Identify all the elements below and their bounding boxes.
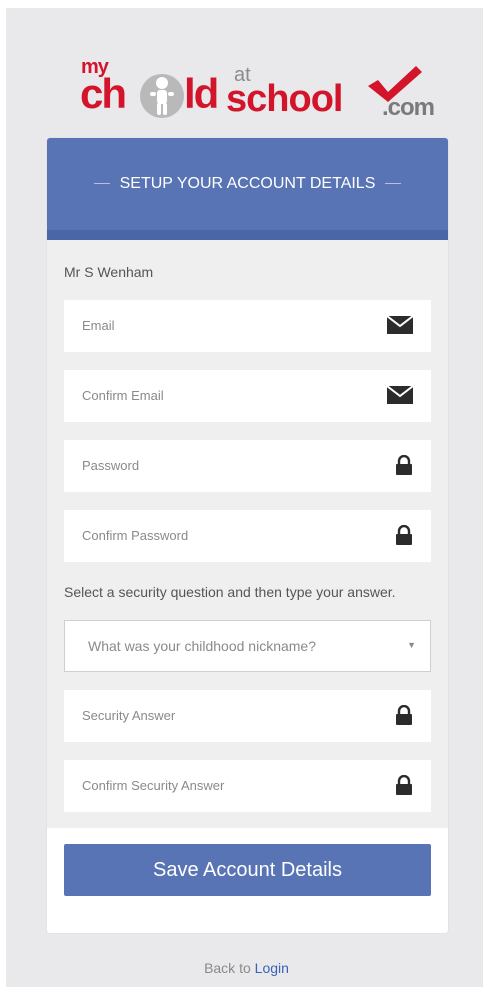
card-footer: Save Account Details [47,828,448,933]
page-background: my ch ld at school .com SETUP YOUR ACCOU… [6,8,483,987]
confirm-password-field[interactable]: Confirm Password [64,510,431,562]
dropdown-caret-icon: ▼ [407,640,416,650]
logo-ld-text: ld [184,70,219,117]
security-question-prompt: Select a security question and then type… [64,584,396,600]
logo-ch-text: ch [80,70,127,117]
title-divider-right [385,183,402,185]
lock-icon [396,775,412,795]
password-field[interactable]: Password [64,440,431,492]
save-account-details-button[interactable]: Save Account Details [64,844,431,896]
back-to-login: Back to Login [6,960,483,976]
card-title-text: SETUP YOUR ACCOUNT DETAILS [119,175,376,192]
login-link[interactable]: Login [255,960,289,976]
confirm-security-answer-placeholder: Confirm Security Answer [82,778,225,793]
security-question-value: What was your childhood nickname? [88,638,317,654]
security-question-select[interactable]: What was your childhood nickname? ▼ [64,620,431,672]
logo-school-text: school [226,78,343,120]
confirm-email-field[interactable]: Confirm Email [64,370,431,422]
email-placeholder: Email [82,318,115,333]
site-logo: my ch ld at school .com [76,50,436,130]
lock-icon [396,525,412,545]
envelope-icon [387,315,413,334]
child-figure-icon [140,74,184,118]
lock-icon [396,705,412,725]
card-header: SETUP YOUR ACCOUNT DETAILS [47,138,448,230]
card-title: SETUP YOUR ACCOUNT DETAILS [47,175,448,193]
account-setup-card: SETUP YOUR ACCOUNT DETAILS Mr S Wenham E… [47,138,448,933]
email-field[interactable]: Email [64,300,431,352]
confirm-email-placeholder: Confirm Email [82,388,164,403]
card-header-bar [47,230,448,240]
envelope-icon [387,385,413,404]
confirm-security-answer-field[interactable]: Confirm Security Answer [64,760,431,812]
confirm-password-placeholder: Confirm Password [82,528,189,543]
title-divider-left [93,183,110,185]
back-to-text: Back to [204,960,251,976]
password-placeholder: Password [82,458,140,473]
logo-com-text: .com [382,94,435,121]
lock-icon [396,455,412,475]
security-answer-placeholder: Security Answer [82,708,176,723]
security-answer-field[interactable]: Security Answer [64,690,431,742]
user-name: Mr S Wenham [64,264,154,280]
